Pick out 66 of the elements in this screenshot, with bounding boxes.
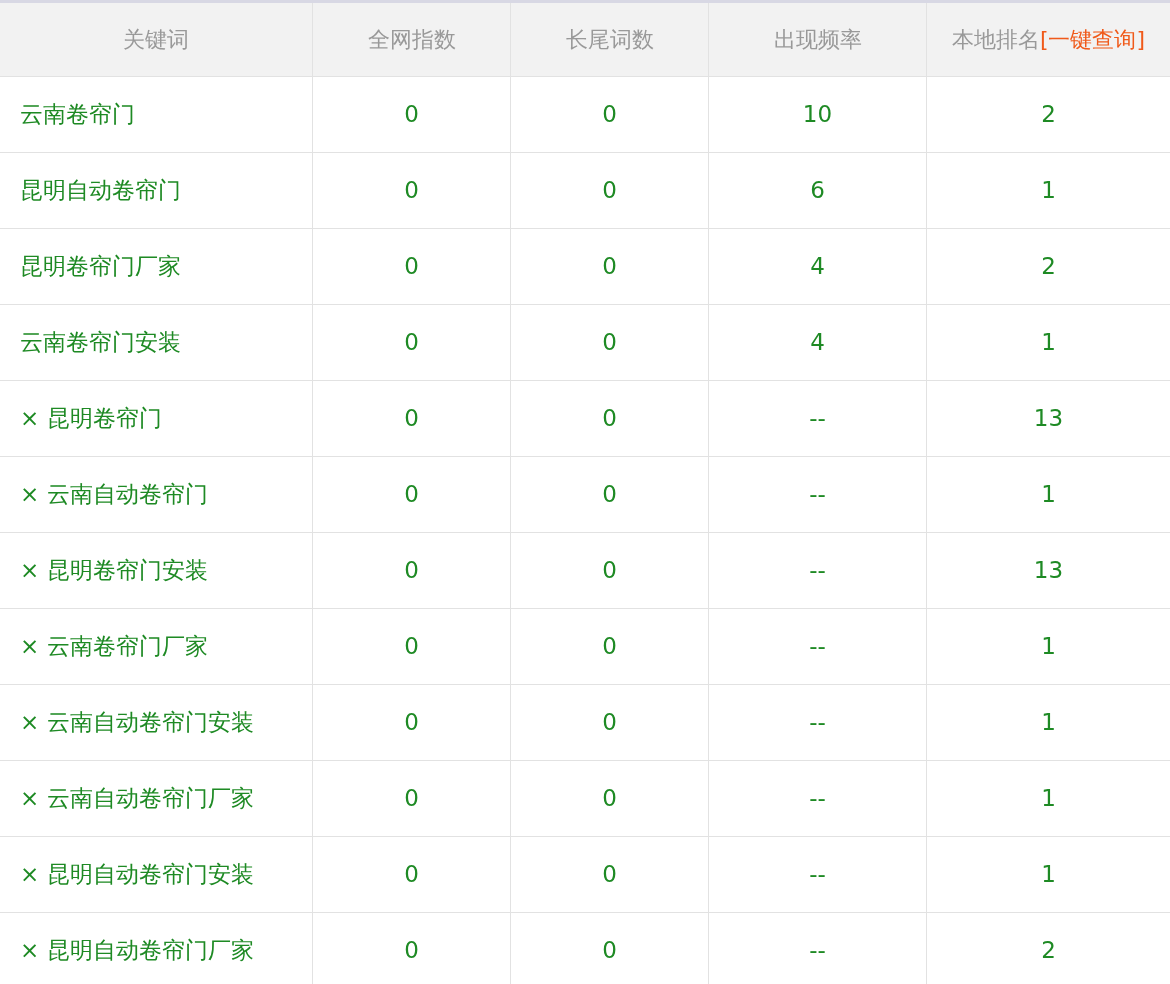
table-cell-text: 4	[810, 328, 825, 358]
table-cell-text: 0	[404, 556, 419, 586]
table-cell-text: --	[809, 556, 826, 586]
table-cell-text: 0	[404, 708, 419, 738]
table-cell-text: 0	[602, 860, 617, 890]
table-cell-text: 1	[1041, 176, 1056, 206]
table-cell-text: --	[809, 708, 826, 738]
query-link[interactable]: [一键查询]	[1039, 23, 1146, 56]
table-cell-text: 13	[1033, 404, 1064, 434]
table-cell-text: 0	[602, 632, 617, 662]
keyword-cell-text: × 昆明卷帘门	[20, 404, 162, 434]
table-cell-text: 0	[602, 328, 617, 358]
table-cell-text: 0	[404, 632, 419, 662]
keyword-cell-text: × 云南自动卷帘门安装	[20, 708, 254, 738]
column-header: 长尾词数	[565, 26, 654, 54]
table-cell-text: 2	[1041, 252, 1056, 282]
keyword-cell-text: 云南卷帘门	[20, 100, 135, 130]
keyword-cell-text: × 云南卷帘门厂家	[20, 632, 208, 662]
table-cell-text: --	[809, 632, 826, 662]
table-cell-text: --	[809, 784, 826, 814]
table-cell-text: 13	[1033, 556, 1064, 586]
table-cell-text: --	[809, 480, 826, 510]
table-cell-text: 0	[404, 404, 419, 434]
table-cell-text: --	[809, 936, 826, 966]
table-cell-text: 1	[1041, 708, 1056, 738]
column-header: 关键词	[123, 26, 189, 54]
table-cell-text: 0	[404, 784, 419, 814]
table-cell-text: 1	[1041, 480, 1056, 510]
table-cell-text: 0	[404, 936, 419, 966]
table-cell-text: 0	[404, 176, 419, 206]
column-header: 全网指数	[367, 26, 456, 54]
column-header: 出现频率	[773, 26, 862, 54]
table-cell-text: 0	[404, 480, 419, 510]
keyword-cell-text: × 昆明自动卷帘门厂家	[20, 936, 254, 966]
table-cell-text: 10	[802, 100, 833, 130]
table-cell-text: 2	[1041, 936, 1056, 966]
table-cell-text: 0	[602, 936, 617, 966]
keyword-cell-text: 云南卷帘门安装	[20, 328, 181, 358]
keyword-cell-text: × 云南自动卷帘门厂家	[20, 784, 254, 814]
table-cell-text: 4	[810, 252, 825, 282]
table-cell-text: --	[809, 860, 826, 890]
keyword-cell-text: 昆明自动卷帘门	[20, 176, 181, 206]
table-cell-text: 0	[602, 708, 617, 738]
table-cell-text: 0	[404, 100, 419, 130]
table-cell-text: 1	[1041, 328, 1056, 358]
table-cell-text: 6	[810, 176, 825, 206]
table-cell-text: --	[809, 404, 826, 434]
table-cell-text: 0	[404, 252, 419, 282]
keyword-cell-text: × 云南自动卷帘门	[20, 480, 208, 510]
keyword-cell-text: 昆明卷帘门厂家	[20, 252, 181, 282]
table-cell-text: 0	[602, 252, 617, 282]
table-cell-text: 1	[1041, 632, 1056, 662]
table-cell-text: 0	[404, 860, 419, 890]
column-header: 本地排名	[951, 26, 1040, 54]
table-cell-text: 0	[602, 176, 617, 206]
table-cell-text: 0	[602, 480, 617, 510]
table-cell-text: 0	[404, 328, 419, 358]
table-cell-text: 0	[602, 784, 617, 814]
table-cell-text: 0	[602, 404, 617, 434]
table-cell-text: 0	[602, 100, 617, 130]
table-cell-text: 1	[1041, 784, 1056, 814]
table-cell-text: 1	[1041, 860, 1056, 890]
keyword-cell-text: × 昆明自动卷帘门安装	[20, 860, 254, 890]
table-cell-text: 2	[1041, 100, 1056, 130]
keyword-cell-text: × 昆明卷帘门安装	[20, 556, 208, 586]
table-cell-text: 0	[602, 556, 617, 586]
